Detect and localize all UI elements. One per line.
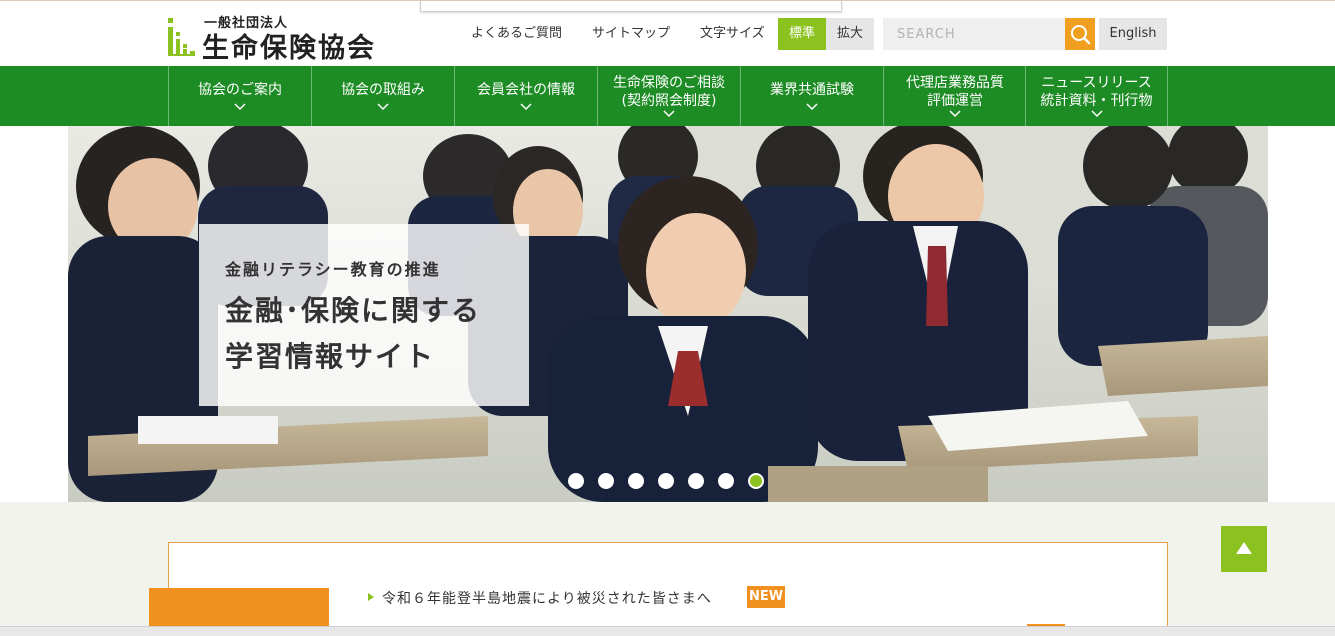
hero-title-line2: 学習情報サイト xyxy=(225,340,436,373)
arrow-up-icon xyxy=(1236,542,1252,554)
nav-label: 代理店業務品質 xyxy=(906,75,1004,91)
english-button[interactable]: English xyxy=(1099,18,1167,50)
search-box xyxy=(883,18,1095,50)
nav-label: ニュースリリース xyxy=(1041,75,1152,91)
slider-dot-3[interactable] xyxy=(628,473,644,489)
content-area: 令和６年能登半島地震により被災された皆さまへ NEW xyxy=(0,502,1335,636)
slider-dot-6[interactable] xyxy=(718,473,734,489)
chevron-down-icon xyxy=(234,103,246,111)
global-nav: 協会のご案内 協会の取組み 会員会社の情報 生命保険のご相談 (契約照会制度) … xyxy=(0,66,1335,126)
chevron-down-icon xyxy=(1090,110,1103,118)
new-badge: NEW xyxy=(747,586,785,608)
nav-item-agency-quality[interactable]: 代理店業務品質 評価運営 xyxy=(883,66,1026,126)
chevron-down-icon xyxy=(949,110,961,118)
search-icon xyxy=(1071,25,1091,45)
dropdown-remnant xyxy=(420,1,842,12)
text-size-label: 文字サイズ xyxy=(700,26,765,41)
search-button[interactable] xyxy=(1065,18,1095,50)
chevron-down-icon xyxy=(520,103,532,111)
faq-link[interactable]: よくあるご質問 xyxy=(471,18,562,50)
slider-dot-5[interactable] xyxy=(688,473,704,489)
nav-item-news[interactable]: ニュースリリース 統計資料・刊行物 xyxy=(1025,66,1168,126)
hero-slider[interactable]: 金融リテラシー教育の推進 金融･保険に関する 学習情報サイト xyxy=(68,126,1268,502)
nav-item-about[interactable]: 協会のご案内 xyxy=(168,66,311,126)
nav-label: 生命保険のご相談 xyxy=(613,75,725,91)
sitemap-link[interactable]: サイトマップ xyxy=(592,18,670,50)
nav-label: 協会のご案内 xyxy=(198,82,282,98)
nav-label: 会員会社の情報 xyxy=(477,82,575,98)
page-top-button[interactable] xyxy=(1221,526,1267,572)
hero-title: 金融･保険に関する 学習情報サイト xyxy=(225,288,481,380)
nav-item-exams[interactable]: 業界共通試験 xyxy=(740,66,883,126)
horizontal-scrollbar[interactable] xyxy=(0,626,1335,636)
text-size-standard-button[interactable]: 標準 xyxy=(778,18,826,50)
hero-subtitle: 金融リテラシー教育の推進 xyxy=(225,260,441,279)
list-bullet-icon xyxy=(368,593,374,601)
nav-item-initiatives[interactable]: 協会の取組み xyxy=(311,66,454,126)
chevron-down-icon xyxy=(663,110,675,118)
text-size-large-button[interactable]: 拡大 xyxy=(826,18,874,50)
chevron-down-icon xyxy=(806,103,818,111)
nav-item-members[interactable]: 会員会社の情報 xyxy=(454,66,597,126)
slider-dot-2[interactable] xyxy=(598,473,614,489)
nav-label-sub: 評価運営 xyxy=(927,93,983,109)
hero-title-line1: 金融･保険に関する xyxy=(225,294,482,327)
slider-dot-4[interactable] xyxy=(658,473,674,489)
nav-label: 業界共通試験 xyxy=(770,82,854,98)
nav-item-consultation[interactable]: 生命保険のご相談 (契約照会制度) xyxy=(597,66,740,126)
notice-link[interactable]: 令和６年能登半島地震により被災された皆さまへ xyxy=(382,588,712,608)
slider-dot-7-active[interactable] xyxy=(748,473,764,489)
search-input[interactable] xyxy=(883,18,1065,50)
nav-label-sub: 統計資料・刊行物 xyxy=(1040,93,1153,109)
nav-label: 協会の取組み xyxy=(341,82,425,98)
chevron-down-icon xyxy=(377,103,389,111)
nav-label-sub: (契約照会制度) xyxy=(621,93,717,109)
site-header: 一般社団法人 生命保険協会 よくあるご質問 サイトマップ 文字サイズ 標準 拡大… xyxy=(0,0,1335,66)
slider-dot-1[interactable] xyxy=(568,473,584,489)
slider-pagination xyxy=(568,473,764,489)
hero-caption-card[interactable]: 金融リテラシー教育の推進 金融･保険に関する 学習情報サイト xyxy=(199,224,529,406)
